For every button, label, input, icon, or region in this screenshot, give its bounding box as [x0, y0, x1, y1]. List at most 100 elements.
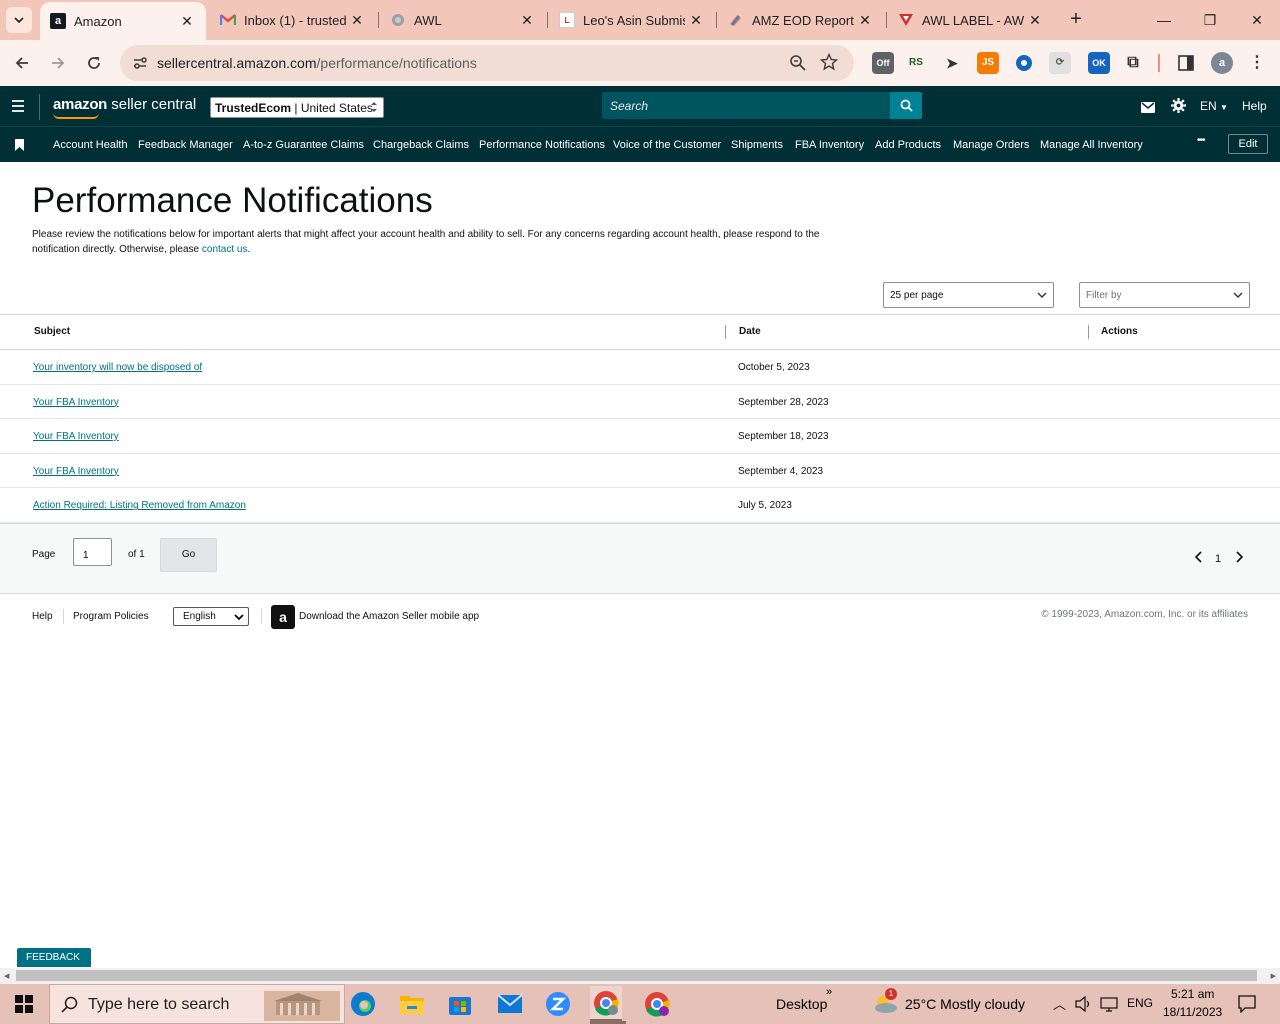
close-tab-icon[interactable]: ✕ [1024, 12, 1046, 29]
network-icon[interactable] [1100, 996, 1118, 1017]
edit-bookmarks-button[interactable]: Edit [1228, 134, 1268, 154]
settings-gear-icon[interactable] [1171, 98, 1186, 118]
edge-icon[interactable] [347, 988, 379, 1020]
column-resize-handle[interactable] [1088, 325, 1089, 339]
extension-js-icon[interactable]: JS [977, 52, 999, 74]
column-header-subject[interactable]: Subject [34, 326, 70, 337]
next-page-icon[interactable] [1235, 551, 1244, 566]
mail-icon[interactable] [1141, 100, 1155, 118]
extension-ok-icon[interactable]: OK [1088, 52, 1110, 74]
zoom-icon[interactable] [789, 54, 807, 77]
extensions-puzzle-icon[interactable]: ⧉ [1122, 52, 1144, 74]
bookmark-icon[interactable] [15, 138, 24, 156]
volume-icon[interactable] [1075, 995, 1093, 1017]
mail-app-icon[interactable] [494, 988, 526, 1020]
nav-shipments[interactable]: Shipments [731, 139, 783, 151]
scroll-left-icon[interactable]: ◀ [4, 972, 9, 980]
extension-off-icon[interactable]: Off [872, 52, 894, 74]
browser-menu-icon[interactable]: ⋮ [1246, 52, 1268, 74]
clock-date[interactable]: 18/11/2023 [1163, 1005, 1222, 1019]
column-resize-handle[interactable] [725, 325, 726, 339]
taskbar-search-box[interactable]: Type here to search [49, 984, 345, 1024]
notification-subject-link[interactable]: Your inventory will now be disposed of [33, 362, 202, 373]
current-page-number[interactable]: 1 [1215, 553, 1221, 565]
notification-subject-link[interactable]: Your FBA Inventory [33, 431, 119, 442]
more-icon[interactable]: ••• [1197, 135, 1205, 146]
chrome-profile-a-icon[interactable] [590, 986, 622, 1022]
extension-arrow-icon[interactable]: ➤ [941, 52, 963, 74]
browser-tab-awl-label[interactable]: AWL LABEL - AWL ✕ [888, 0, 1054, 40]
notification-subject-link[interactable]: Your FBA Inventory [33, 397, 119, 408]
search-input[interactable] [602, 92, 882, 120]
filter-select[interactable]: Filter by [1079, 282, 1250, 308]
amazon-app-icon[interactable]: a [271, 605, 295, 629]
bookmark-star-icon[interactable] [819, 52, 839, 76]
tab-search-button[interactable] [6, 7, 32, 33]
footer-help-link[interactable]: Help [32, 611, 53, 622]
close-tab-icon[interactable]: ✕ [685, 12, 707, 29]
notification-subject-link[interactable]: Your FBA Inventory [33, 466, 119, 477]
notifications-icon[interactable] [1238, 995, 1256, 1018]
extension-puzzle-blue-icon[interactable] [1013, 52, 1035, 74]
notification-subject-link[interactable]: Action Required: Listing Removed from Am… [33, 500, 246, 511]
extension-sync-icon[interactable]: ⟳ [1049, 52, 1071, 74]
help-link[interactable]: Help [1242, 99, 1267, 113]
nav-manage-orders[interactable]: Manage Orders [953, 139, 1029, 151]
nav-add-products[interactable]: Add Products [875, 139, 941, 151]
go-button[interactable]: Go [160, 538, 217, 572]
column-header-date[interactable]: Date [739, 326, 761, 337]
extension-rs-icon[interactable]: RS [905, 52, 927, 74]
nav-account-health[interactable]: Account Health [53, 139, 128, 151]
footer-language-select[interactable]: English [173, 607, 249, 626]
close-tab-icon[interactable]: ✕ [346, 12, 368, 29]
per-page-select[interactable]: 25 per page [883, 282, 1054, 308]
chrome-profile-m-icon[interactable] [641, 988, 673, 1020]
nav-atoz-claims[interactable]: A-to-z Guarantee Claims [243, 139, 364, 151]
contact-us-link[interactable]: contact us [202, 244, 248, 255]
file-explorer-icon[interactable] [396, 988, 428, 1020]
desktop-toolbar-label[interactable]: Desktop [776, 996, 827, 1012]
browser-tab-awl[interactable]: AWL ✕ [380, 0, 546, 40]
restore-icon[interactable]: ❐ [1187, 0, 1233, 40]
zoom-app-icon[interactable] [542, 988, 574, 1020]
side-panel-icon[interactable] [1175, 52, 1197, 74]
minimize-icon[interactable]: — [1141, 0, 1187, 40]
page-number-input[interactable] [73, 538, 112, 566]
new-tab-icon[interactable]: + [1064, 8, 1088, 32]
language-selector[interactable]: EN ▼ [1200, 99, 1228, 113]
close-tab-icon[interactable]: ✕ [854, 12, 876, 29]
weather-cloud-icon[interactable]: 1 [871, 988, 899, 1019]
nav-chargeback-claims[interactable]: Chargeback Claims [373, 139, 469, 151]
site-settings-icon[interactable] [132, 55, 148, 76]
clock-time[interactable]: 5:21 am [1171, 987, 1214, 1001]
scroll-right-icon[interactable]: ▶ [1271, 972, 1276, 980]
download-app-link[interactable]: Download the Amazon Seller mobile app [299, 611, 479, 622]
browser-tab-amazon[interactable]: a Amazon ✕ [40, 2, 206, 40]
back-icon[interactable] [9, 50, 35, 76]
browser-tab-eod[interactable]: AMZ EOD Report ✕ [718, 0, 884, 40]
account-switcher[interactable]: TrustedEcom | United States [210, 97, 384, 118]
show-hidden-icons-icon[interactable]: ︿ [1053, 994, 1066, 1013]
seller-central-logo[interactable]: amazon seller central [53, 96, 196, 113]
horizontal-scrollbar[interactable]: ◀ ▶ [0, 968, 1280, 984]
start-button[interactable] [0, 984, 48, 1024]
scrollbar-thumb[interactable] [16, 970, 1257, 981]
nav-feedback-manager[interactable]: Feedback Manager [138, 139, 233, 151]
input-language-indicator[interactable]: ENG [1127, 996, 1153, 1010]
previous-page-icon[interactable] [1194, 551, 1203, 566]
profile-avatar[interactable]: a [1211, 52, 1233, 74]
search-button[interactable] [890, 92, 922, 119]
nav-fba-inventory[interactable]: FBA Inventory [795, 139, 864, 151]
hamburger-menu-icon[interactable] [10, 99, 26, 118]
footer-program-policies-link[interactable]: Program Policies [73, 611, 149, 622]
feedback-tab[interactable]: FEEDBACK ✕ [17, 948, 91, 982]
close-window-icon[interactable]: ✕ [1234, 0, 1280, 40]
close-tab-icon[interactable]: ✕ [176, 13, 198, 30]
nav-manage-all-inventory[interactable]: Manage All Inventory [1040, 139, 1143, 151]
close-tab-icon[interactable]: ✕ [516, 12, 538, 29]
toolbar-overflow-icon[interactable]: » [826, 986, 832, 998]
browser-tab-leo[interactable]: L Leo's Asin Submission ✕ [549, 0, 715, 40]
microsoft-store-icon[interactable] [444, 988, 476, 1020]
weather-text[interactable]: 25°C Mostly cloudy [905, 996, 1025, 1012]
nav-performance-notifications[interactable]: Performance Notifications [479, 139, 605, 151]
